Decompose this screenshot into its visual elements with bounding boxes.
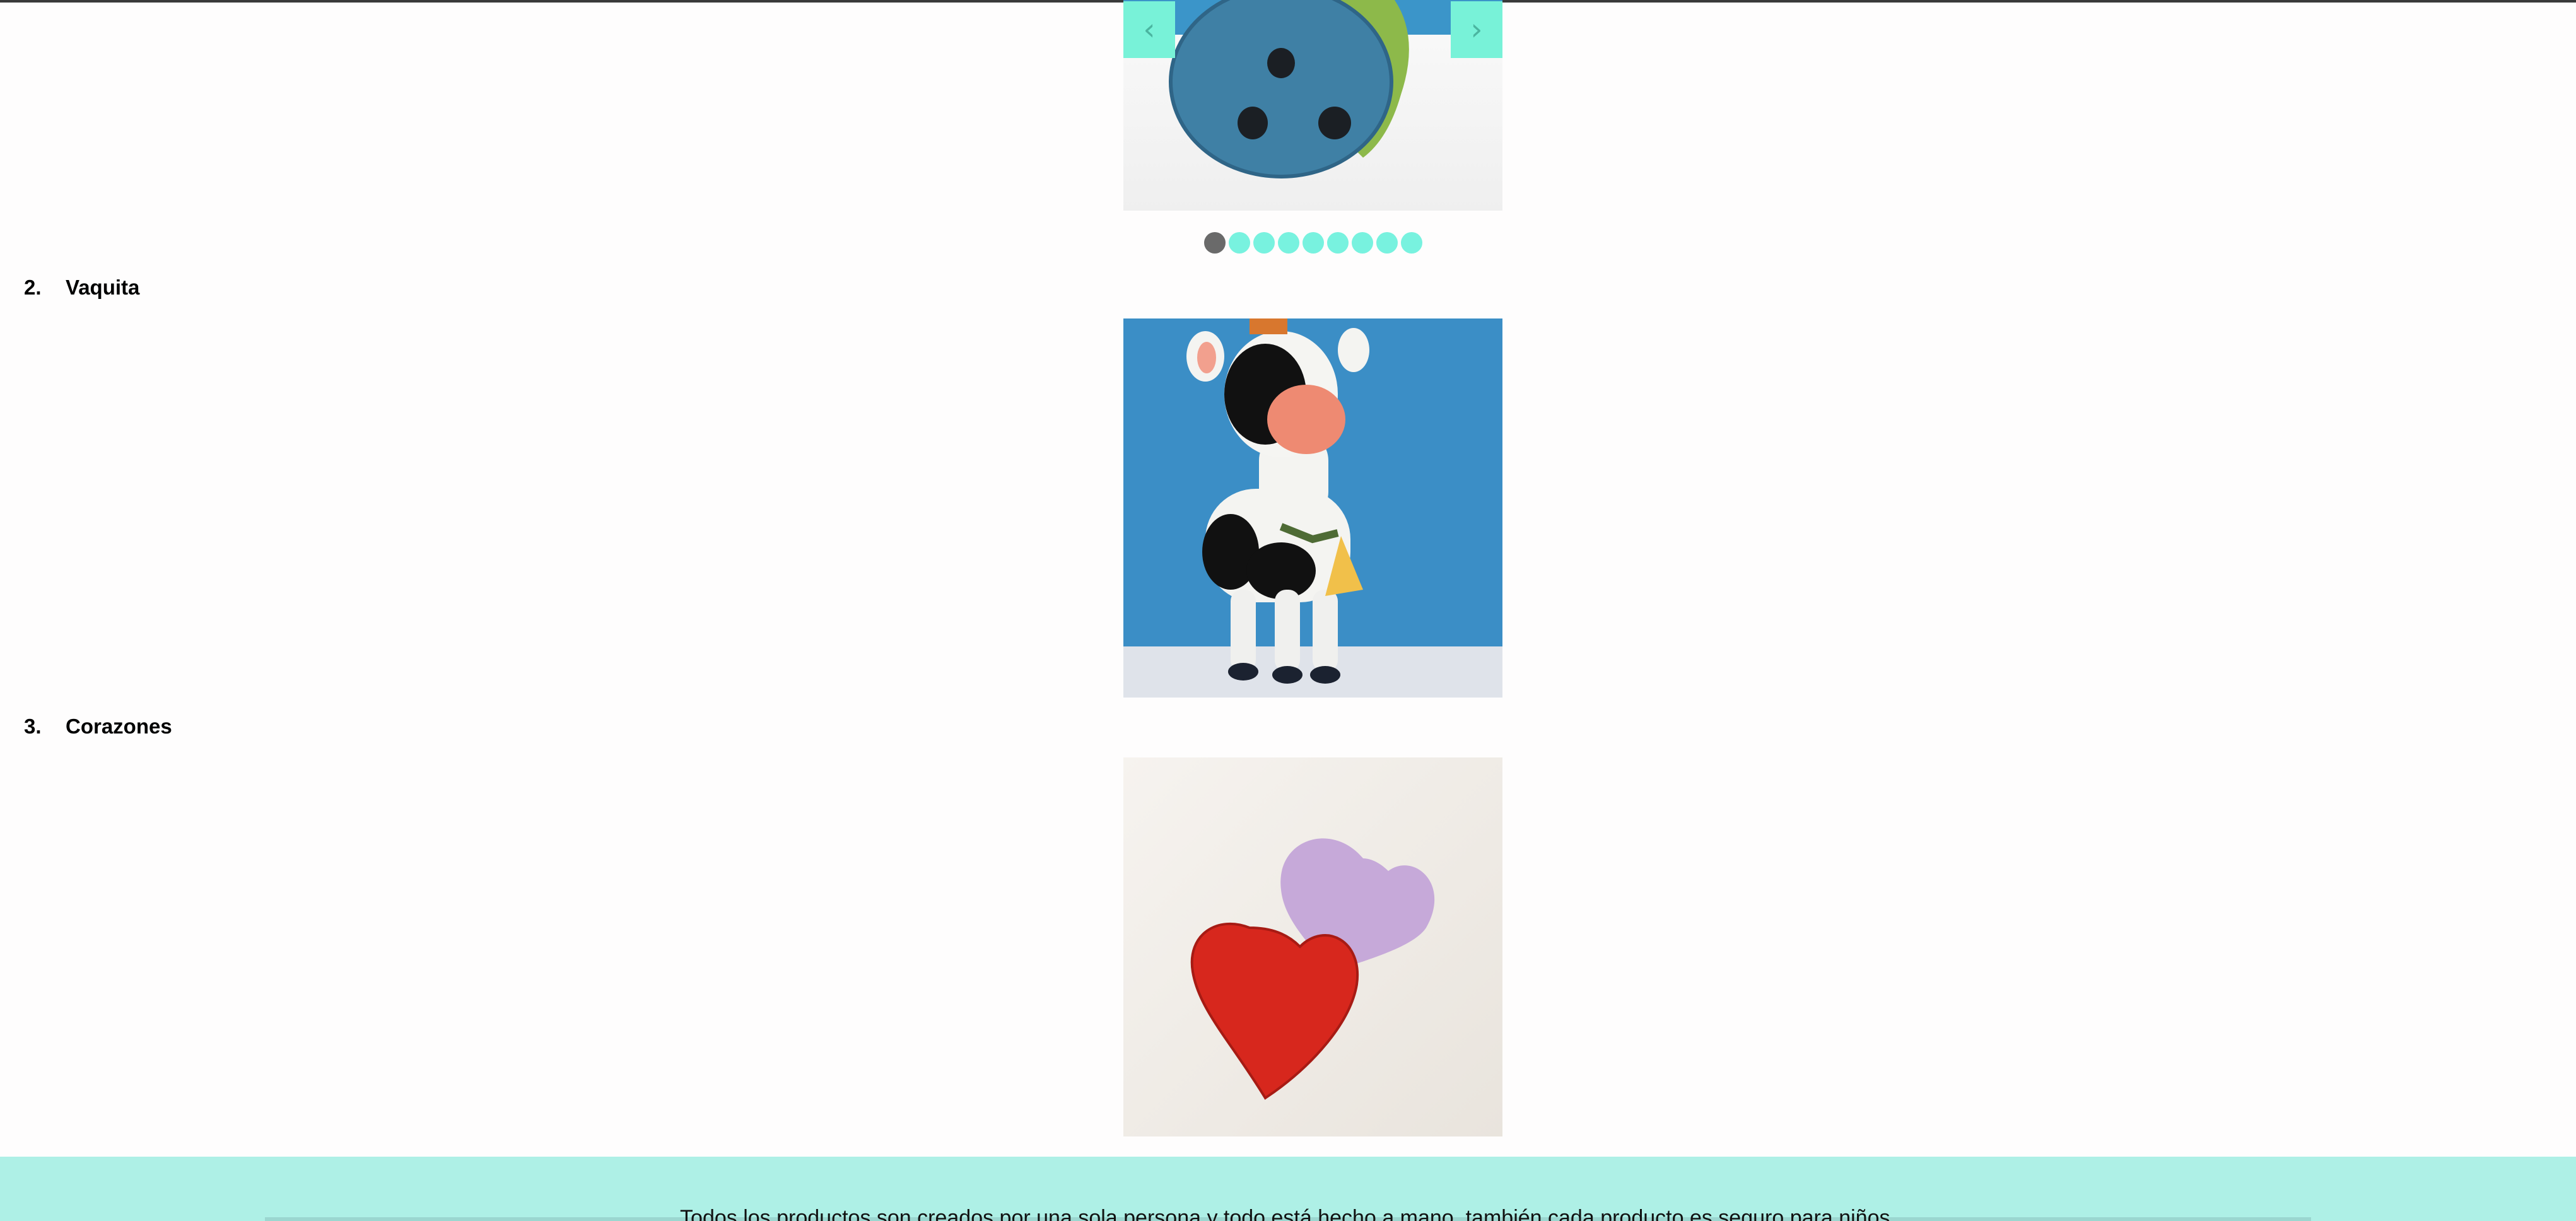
carousel-dot[interactable] — [1278, 232, 1299, 254]
carousel-dot[interactable] — [1327, 232, 1349, 254]
list-item: 3. Corazones — [24, 715, 172, 739]
carousel-dot[interactable] — [1376, 232, 1398, 254]
product-photo-corazones — [1123, 757, 1502, 1136]
footer-text: Todos los productos son creados por una … — [680, 1206, 1896, 1221]
list-item: 2. Vaquita — [24, 276, 139, 300]
list-item-number: 3. — [24, 715, 42, 738]
carousel-prev-button[interactable]: ‹ — [1123, 1, 1175, 58]
carousel-dot[interactable] — [1352, 232, 1373, 254]
carousel-dot[interactable] — [1401, 232, 1422, 254]
product-title: Vaquita — [66, 276, 140, 299]
carousel-next-button[interactable]: › — [1451, 1, 1502, 58]
product-carousel: ‹ › — [1123, 0, 1502, 211]
product-photo-vaquita — [1123, 318, 1502, 698]
carousel-dot[interactable] — [1303, 232, 1324, 254]
carousel-indicators — [1204, 232, 1422, 254]
carousel-photo-crochet-ball — [1123, 0, 1502, 211]
carousel-dot[interactable] — [1253, 232, 1275, 254]
product-title: Corazones — [66, 715, 172, 738]
list-item-number: 2. — [24, 276, 42, 299]
carousel-dot[interactable] — [1204, 232, 1226, 254]
carousel-dot[interactable] — [1229, 232, 1250, 254]
